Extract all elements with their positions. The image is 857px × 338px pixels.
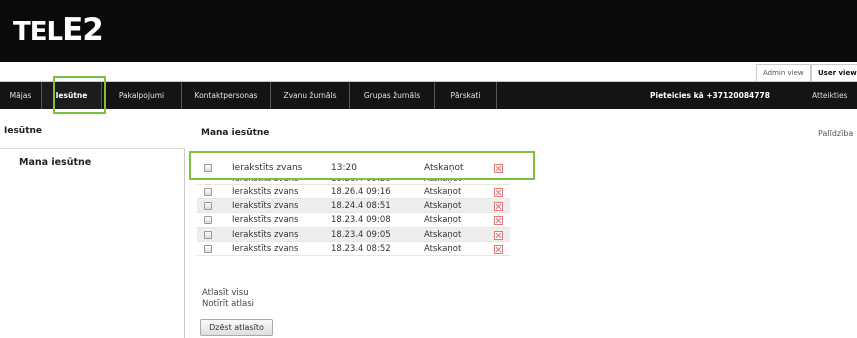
message-type: Ierakstīts zvans [232,215,299,226]
row-checkbox[interactable] [204,244,212,253]
message-type: Ierakstīts zvans [232,201,299,212]
main-navigation: Mājas Iesūtne Pakalpojumi Kontaktpersona… [0,82,857,109]
nav-item-group-log[interactable]: Grupas žurnāls [350,82,435,109]
message-time: 18.24.4 08:51 [331,201,391,212]
clear-selection-link[interactable]: Notīrīt atlasi [202,299,254,309]
list-item: Ierakstīts zvans 18.23.4 09:08 Atskaņot [197,213,510,228]
page-title: Mana iesūtne [201,128,270,138]
row-checkbox[interactable] [204,188,212,196]
nav-item-home[interactable]: Mājas [0,82,42,109]
logged-in-user: Pieteicies kā +37120084778 [650,91,770,100]
logout-link[interactable]: Atteikties [812,82,847,109]
delete-icon[interactable] [494,216,503,226]
delete-icon[interactable] [494,230,503,240]
message-time: 18.23.4 08:52 [331,243,391,254]
delete-icon[interactable] [494,202,503,212]
sidebar: Mana iesūtne [0,148,185,338]
list-item: Ierakstīts zvans 18.24.4 08:51 Atskaņot [197,199,510,214]
play-link[interactable]: Atskaņot [424,185,461,199]
nav-item-contacts[interactable]: Kontaktpersonas [182,82,271,109]
play-link[interactable]: Atskaņot [424,242,461,256]
play-link[interactable]: Atskaņot [424,199,461,213]
top-header: TELE2 [0,0,857,62]
nav-item-reports[interactable]: Pārskati [435,82,497,109]
view-switcher: Admin view User view [0,62,857,82]
message-time: 18.26.4 09:16 [331,187,391,197]
row-checkbox[interactable] [204,216,212,225]
row-checkbox[interactable] [204,230,212,239]
row-highlight-box [189,151,535,180]
message-type: Ierakstīts zvans [232,243,299,254]
sidebar-item-my-inbox[interactable]: Mana iesūtne [19,157,91,168]
row-checkbox[interactable] [204,202,212,211]
nav-item-services[interactable]: Pakalpojumi [102,82,182,109]
delete-selected-button[interactable]: Dzēst atlasīto [200,319,273,336]
message-type: Ierakstīts zvans [232,187,299,197]
sidebar-title: Iesūtne [4,126,43,136]
delete-icon[interactable] [494,188,503,197]
delete-icon[interactable] [494,244,503,254]
nav-item-call-log[interactable]: Zvanu žurnāls [271,82,350,109]
help-link[interactable]: Palīdzība [818,129,853,138]
list-item: Ierakstīts zvans 18.23.4 09:05 Atskaņot [197,227,510,242]
message-time: 18.23.4 09:08 [331,215,391,226]
user-view-tab[interactable]: User view [811,64,857,81]
message-type: Ierakstīts zvans [232,229,299,240]
nav-highlight-box [53,76,106,114]
message-time: 18.23.4 09:05 [331,229,391,240]
play-link[interactable]: Atskaņot [424,228,461,242]
play-link[interactable]: Atskaņot [424,213,461,227]
select-all-link[interactable]: Atlasīt visu [202,288,249,298]
list-item: Ierakstīts zvans 18.26.4 09:16 Atskaņot [197,185,510,200]
list-item: Ierakstīts zvans 18.23.4 08:52 Atskaņot [197,242,510,256]
admin-view-tab[interactable]: Admin view [756,64,811,81]
tele2-logo[interactable]: TELE2 [13,12,104,50]
